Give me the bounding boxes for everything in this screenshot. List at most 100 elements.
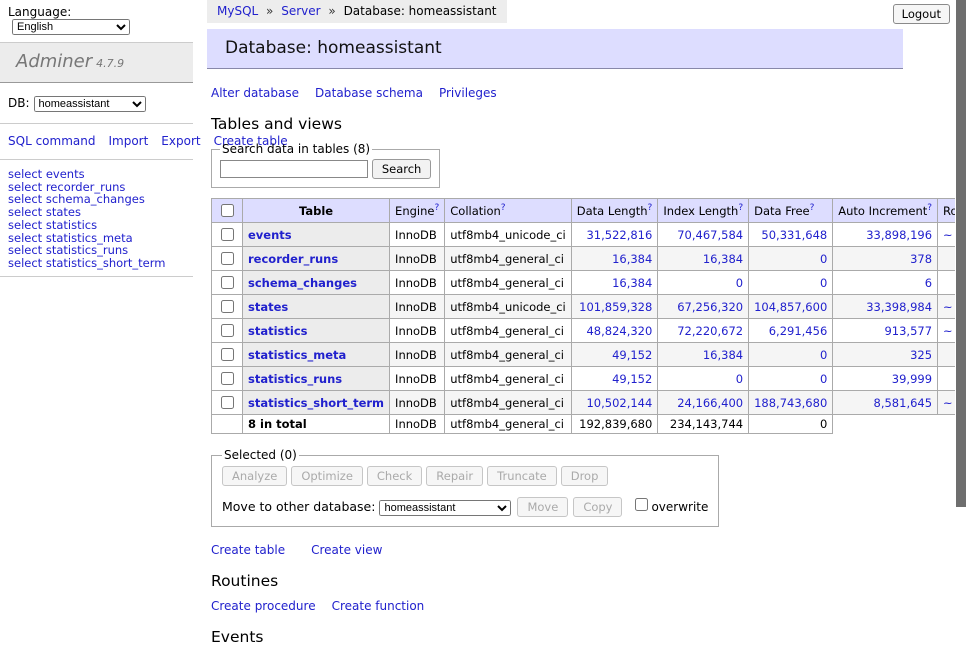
data-free-link[interactable]: 0 (820, 348, 827, 362)
search-input[interactable] (220, 160, 368, 178)
adminer-brand-link[interactable]: Adminer (16, 51, 92, 72)
search-button[interactable]: Search (372, 159, 432, 179)
database-schema-link[interactable]: Database schema (315, 86, 423, 100)
data-free-link[interactable]: 6,291,456 (769, 324, 828, 338)
data-length-link[interactable]: 49,152 (612, 372, 652, 386)
auto-increment-link[interactable]: 913,577 (884, 324, 932, 338)
breadcrumb: MySQL » Server » Database: homeassistant (207, 0, 507, 23)
data-length-link[interactable]: 48,824,320 (586, 324, 652, 338)
data-free-link[interactable]: 0 (820, 276, 827, 290)
create-function-link[interactable]: Create function (332, 599, 425, 613)
index-length-link[interactable]: 0 (736, 372, 743, 386)
overwrite-checkbox[interactable] (635, 498, 648, 511)
column-help-link[interactable]: ? (810, 203, 815, 213)
repair-button[interactable]: Repair (426, 466, 483, 486)
analyze-button[interactable]: Analyze (222, 466, 287, 486)
sidebar-select-link[interactable]: select (8, 256, 42, 270)
table-name-cell: statistics (243, 319, 390, 343)
auto-increment-link[interactable]: 33,898,196 (866, 228, 932, 242)
privileges-link[interactable]: Privileges (439, 86, 497, 100)
sidebar-link-export[interactable]: Export (161, 134, 200, 148)
auto-increment-link[interactable]: 33,398,984 (866, 300, 932, 314)
column-help-link[interactable]: ? (738, 203, 743, 213)
index-length-link[interactable]: 24,166,400 (677, 396, 743, 410)
row-checkbox[interactable] (221, 276, 234, 289)
index-length-link[interactable]: 70,467,584 (677, 228, 743, 242)
drop-button[interactable]: Drop (561, 466, 609, 486)
data-free-link[interactable]: 50,331,648 (761, 228, 827, 242)
row-checkbox[interactable] (221, 228, 234, 241)
totals-label-cell: 8 in total (243, 415, 390, 434)
table-name-link-recorder_runs[interactable]: recorder_runs (248, 252, 338, 266)
data-length-link[interactable]: 10,502,144 (586, 396, 652, 410)
data-length-link[interactable]: 16,384 (612, 252, 652, 266)
breadcrumb-server-link[interactable]: Server (281, 4, 320, 18)
auto-increment-link[interactable]: 8,581,645 (874, 396, 933, 410)
row-checkbox[interactable] (221, 372, 234, 385)
check-button[interactable]: Check (367, 466, 422, 486)
auto-increment-link[interactable]: 39,999 (892, 372, 932, 386)
auto-increment-link[interactable]: 6 (925, 276, 932, 290)
index-length-link[interactable]: 0 (736, 276, 743, 290)
table-name-cell: schema_changes (243, 271, 390, 295)
data-free-link[interactable]: 188,743,680 (754, 396, 827, 410)
auto-increment-link[interactable]: 378 (910, 252, 932, 266)
move-db-select[interactable]: homeassistant (379, 500, 511, 516)
data-length-link[interactable]: 49,152 (612, 348, 652, 362)
table-name-link-statistics_short_term[interactable]: statistics_short_term (248, 396, 384, 410)
totals-empty-cell (212, 415, 243, 434)
data-free-link[interactable]: 104,857,600 (754, 300, 827, 314)
row-checkbox[interactable] (221, 396, 234, 409)
data-length-link[interactable]: 16,384 (612, 276, 652, 290)
column-help-link[interactable]: ? (927, 203, 932, 213)
data-length-link[interactable]: 31,522,816 (586, 228, 652, 242)
row-checkbox[interactable] (221, 324, 234, 337)
engine-cell: InnoDB (390, 343, 445, 367)
create-table-link[interactable]: Create table (211, 543, 285, 557)
column-help-link[interactable]: ? (501, 203, 506, 213)
row-checkbox[interactable] (221, 300, 234, 313)
data-free-cell: 50,331,648 (749, 223, 833, 247)
db-row: DB:homeassistant (0, 83, 193, 123)
breadcrumb-mysql-link[interactable]: MySQL (217, 4, 258, 18)
create-view-link[interactable]: Create view (311, 543, 382, 557)
table-name-link-states[interactable]: states (248, 300, 288, 314)
db-select[interactable]: homeassistant (34, 96, 146, 112)
logout-button[interactable]: Logout (893, 4, 950, 24)
data-length-link[interactable]: 101,859,328 (579, 300, 652, 314)
table-name-link-schema_changes[interactable]: schema_changes (248, 276, 357, 290)
data-free-link[interactable]: 0 (820, 372, 827, 386)
create-procedure-link[interactable]: Create procedure (211, 599, 316, 613)
sidebar-link-import[interactable]: Import (108, 134, 148, 148)
select-all-checkbox[interactable] (221, 204, 234, 217)
vertical-scrollbar[interactable] (955, 0, 966, 543)
sidebar-table-link-statistics_short_term[interactable]: statistics_short_term (46, 256, 166, 270)
data-length-cell: 48,824,320 (571, 319, 658, 343)
totals-row: 8 in totalInnoDButf8mb4_general_ci192,83… (212, 415, 966, 434)
sidebar-links: SQL commandImportExportCreate table (0, 124, 193, 159)
auto-increment-link[interactable]: 325 (910, 348, 932, 362)
copy-button[interactable]: Copy (573, 497, 622, 517)
move-button[interactable]: Move (517, 497, 568, 517)
table-name-link-statistics[interactable]: statistics (248, 324, 308, 338)
selected-buttons-row: AnalyzeOptimizeCheckRepairTruncateDrop (222, 466, 708, 486)
alter-database-link[interactable]: Alter database (211, 86, 299, 100)
column-help-link[interactable]: ? (648, 203, 653, 213)
table-name-link-events[interactable]: events (248, 228, 292, 242)
language-select[interactable]: English (12, 19, 130, 35)
index-length-link[interactable]: 72,220,672 (677, 324, 743, 338)
optimize-button[interactable]: Optimize (291, 466, 363, 486)
truncate-button[interactable]: Truncate (487, 466, 557, 486)
table-name-link-statistics_runs[interactable]: statistics_runs (248, 372, 342, 386)
sidebar-link-sql-command[interactable]: SQL command (8, 134, 95, 148)
row-checkbox[interactable] (221, 252, 234, 265)
auto-increment-cell: 378 (833, 247, 938, 271)
index-length-link[interactable]: 16,384 (703, 252, 743, 266)
scrollbar-thumb[interactable] (956, 0, 966, 507)
row-checkbox[interactable] (221, 348, 234, 361)
index-length-link[interactable]: 67,256,320 (677, 300, 743, 314)
index-length-link[interactable]: 16,384 (703, 348, 743, 362)
table-name-link-statistics_meta[interactable]: statistics_meta (248, 348, 346, 362)
column-help-link[interactable]: ? (434, 203, 439, 213)
data-free-link[interactable]: 0 (820, 252, 827, 266)
